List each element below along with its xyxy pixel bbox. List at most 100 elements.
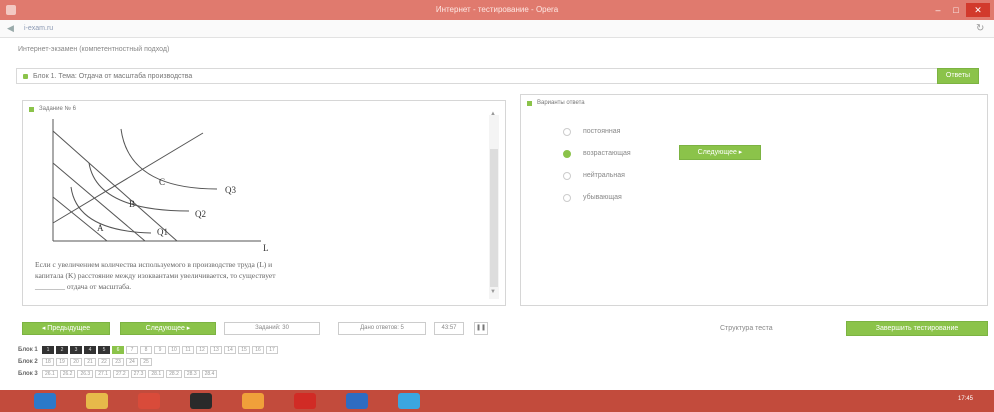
pause-icon[interactable]: ❚❚ [474,322,488,335]
chrome-icon[interactable] [138,393,160,409]
l-axis-label: L [263,243,269,253]
task-cell[interactable]: 6 [112,346,124,354]
timer: 43:57 [434,322,464,335]
option-label[interactable]: постоянная [583,128,620,135]
point-a-label: A [97,223,104,233]
answers-count: Дано ответов: 5 [338,322,426,335]
block-row-label: Блок 2 [18,359,38,365]
expansion-path [52,132,204,224]
task-cell[interactable]: 28.4 [201,370,218,378]
task-scrollbar-thumb[interactable] [490,149,498,287]
task-cell[interactable]: 10 [168,346,180,354]
block-cells: 1 2 3 4 5 6 7 8 9 10 11 12 13 14 15 16 17 [42,346,278,354]
taskbar: 17:45 [0,390,994,412]
task-cell[interactable]: 5 [98,346,110,354]
back-icon[interactable]: ◀ [7,23,19,34]
finish-test-button[interactable]: Завершить тестирование [846,321,988,336]
test-structure-link[interactable]: Структура теста [720,325,773,332]
address-bar: ◀ i-exam.ru ↻ [0,20,994,38]
task-cell[interactable]: 26.2 [59,370,76,378]
radio-button[interactable] [563,150,571,158]
question-text: Если с увеличением количества используем… [35,259,485,292]
task-panel: Задание № 6 A B C Q1 Q2 Q3 L Если с увел… [22,100,506,306]
task-cell[interactable]: 17 [266,346,278,354]
skype-icon[interactable] [398,393,420,409]
q1-label: Q1 [157,227,168,237]
task-cell[interactable]: 27.1 [95,370,111,378]
minimize-button[interactable]: – [930,3,946,17]
task-cell[interactable]: 16 [252,346,264,354]
task-cell[interactable]: 2 [56,346,68,354]
task-cell[interactable]: 26.1 [42,370,58,378]
maximize-button[interactable]: □ [948,3,964,17]
task-cell[interactable]: 4 [84,346,96,354]
task-cell[interactable]: 27.2 [112,370,129,378]
block-title-bar: Блок 1. Тема: Отдача от масштаба произво… [16,68,979,84]
task-cell[interactable]: 28.1 [148,370,165,378]
task-cell[interactable]: 23 [112,358,124,366]
task-cell[interactable]: 18 [42,358,54,366]
task-cell[interactable]: 7 [126,346,138,354]
task-cell[interactable]: 11 [182,346,194,354]
scroll-up-icon[interactable]: ▲ [490,111,496,117]
task-cell[interactable]: 14 [224,346,236,354]
block-cells: 18 19 20 21 22 23 24 25 [42,358,152,366]
paint-icon[interactable] [242,393,264,409]
task-number: Задание № 6 [39,106,76,112]
block-row-label: Блок 1 [18,347,38,353]
option-label[interactable]: возрастающая [583,150,631,157]
close-button[interactable]: ✕ [966,3,990,17]
previous-button[interactable]: ◂ Предыдущее [22,322,110,335]
task-cell[interactable]: 22 [98,358,110,366]
media-player-icon[interactable] [190,393,212,409]
point-b-label: B [129,199,135,209]
task-cell[interactable]: 8 [140,346,152,354]
hint-button[interactable]: Ответы [937,68,979,84]
task-cell[interactable]: 26.3 [77,370,94,378]
task-cell[interactable]: 3 [70,346,82,354]
task-bullet-icon [29,107,34,112]
breadcrumb: Интернет-экзамен (компетентностный подхо… [18,46,170,53]
task-cell[interactable]: 21 [84,358,96,366]
task-cell[interactable]: 28.3 [183,370,200,378]
task-cell[interactable]: 12 [196,346,208,354]
window-title: Интернет - тестирование - Opera [435,5,559,14]
isoquant-graph: A B C Q1 Q2 Q3 L [52,119,269,253]
q3-label: Q3 [225,185,236,195]
word-icon[interactable] [346,393,368,409]
scroll-down-icon[interactable]: ▼ [490,289,496,295]
clock: 17:45 [958,396,974,402]
radio-button[interactable] [563,128,571,136]
option-label[interactable]: нейтральная [583,172,625,179]
next-inline-button[interactable]: Следующее ▸ [679,145,761,160]
answer-bullet-icon [527,101,532,106]
question-line-2: капитала (K) расстояние между изоквантам… [35,271,276,280]
ie-icon[interactable] [34,393,56,409]
url-field[interactable]: i-exam.ru [24,25,53,32]
task-cell[interactable]: 19 [56,358,68,366]
task-cell[interactable]: 13 [210,346,222,354]
task-cell[interactable]: 24 [126,358,138,366]
block-row-label: Блок 3 [18,371,38,377]
task-cell[interactable]: 20 [70,358,82,366]
title-bar: Интернет - тестирование - Opera – □ ✕ [0,0,994,20]
task-cell[interactable]: 9 [154,346,166,354]
explorer-icon[interactable] [86,393,108,409]
isoquant-q3 [120,128,218,190]
next-button[interactable]: Следующее ▸ [120,322,216,335]
radio-button[interactable] [563,194,571,202]
task-cell[interactable]: 28.2 [166,370,182,378]
task-cell[interactable]: 27.3 [130,370,147,378]
option-label[interactable]: убывающая [583,194,622,201]
question-line-1: Если с увеличением количества используем… [35,260,273,269]
task-cell[interactable]: 1 [42,346,54,354]
block-bullet-icon [23,74,28,79]
task-cell[interactable]: 25 [140,358,152,366]
task-cell[interactable]: 15 [238,346,250,354]
answer-header: Варианты ответа [537,100,585,106]
tasks-count: Заданий: 30 [224,322,320,335]
point-c-label: C [159,177,165,187]
radio-button[interactable] [563,172,571,180]
refresh-icon[interactable]: ↻ [976,23,984,34]
opera-icon[interactable] [294,393,316,409]
